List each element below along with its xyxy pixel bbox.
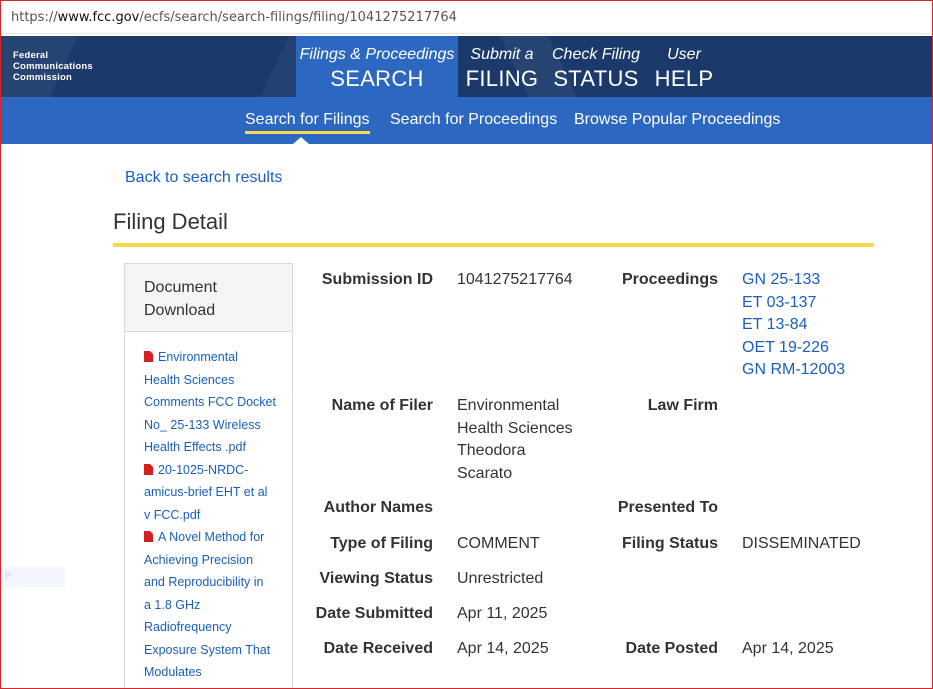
doc3-line4: a 1.8 GHz — [144, 597, 201, 612]
sub-navigation: Search for Filings Search for Proceeding… — [1, 97, 932, 144]
document-download-panel: Document Download Environmental Health S… — [124, 263, 293, 688]
date-submitted-value: Apr 11, 2025 — [457, 605, 548, 622]
doc2-line1: 20-1025-NRDC- — [158, 462, 249, 477]
date-posted-value: Apr 14, 2025 — [742, 640, 834, 657]
doc1-line4: No_ 25-133 Wireless — [144, 417, 261, 432]
nav-search[interactable]: Filings & Proceedings SEARCH — [296, 36, 458, 97]
pdf-icon — [144, 463, 153, 475]
heading-line-2: Download — [144, 302, 216, 319]
url-host: www.fcc.gov — [57, 10, 140, 25]
doc2-line2: amicus-brief EHT et al — [144, 485, 268, 499]
type-of-filing-value: COMMENT — [457, 535, 540, 552]
document-link-3[interactable]: A Novel Method for Achieving Precision a… — [144, 526, 282, 684]
page-title: Filing Detail — [113, 209, 228, 234]
date-submitted-label: Date Submitted — [315, 605, 433, 622]
logo-line-1: Federal — [13, 50, 49, 61]
heading-line-1: Document — [144, 279, 217, 296]
proceeding-link-5[interactable]: GN RM-12003 — [742, 359, 845, 382]
doc1-line5: Health Effects .pdf — [144, 440, 246, 454]
nav-status-big: STATUS — [553, 66, 639, 91]
fcc-logo[interactable]: Federal Communications Commission — [13, 50, 93, 83]
doc3-line6: Exposure System That — [144, 642, 271, 657]
nav-filing[interactable]: Submit a FILING — [461, 36, 543, 97]
proceedings-label: Proceedings — [621, 271, 718, 288]
back-to-results-link[interactable]: Back to search results — [125, 169, 282, 187]
nav-help[interactable]: User HELP — [649, 36, 719, 97]
browser-frame: https://www.fcc.gov/ecfs/search/search-f… — [0, 0, 933, 689]
url-prefix: https:// — [11, 10, 58, 25]
subnav-browse-popular[interactable]: Browse Popular Proceedings — [574, 111, 780, 129]
filing-status-label: Filing Status — [622, 535, 718, 552]
logo-line-2: Communications — [13, 61, 93, 72]
url-path: /ecfs/search/search-filings/filing/10412… — [139, 10, 457, 25]
doc3-line5: Radiofrequency — [144, 620, 232, 634]
filer-line-1: Environmental — [457, 397, 560, 414]
proceeding-link-2[interactable]: ET 03-137 — [742, 292, 845, 315]
nav-help-small: User — [667, 46, 701, 63]
filer-line-3: Theodora — [457, 442, 526, 459]
submission-id-value: 1041275217764 — [457, 271, 573, 288]
pdf-icon — [144, 531, 153, 542]
viewing-status-label: Viewing Status — [319, 570, 433, 587]
submission-id-label: Submission ID — [321, 271, 433, 288]
nav-filing-big: FILING — [465, 66, 539, 91]
address-bar[interactable]: https://www.fcc.gov/ecfs/search/search-f… — [1, 1, 932, 34]
logo-line-3: Commission — [13, 72, 73, 83]
doc1-line1: Environmental — [158, 350, 238, 364]
nav-search-big: SEARCH — [330, 66, 424, 91]
nav-search-small: Filings & Proceedings — [299, 46, 455, 63]
doc3-line2: Achieving Precision — [144, 552, 254, 567]
doc1-line3: Comments FCC Docket — [144, 395, 276, 409]
main-navigation: Federal Communications Commission Filing… — [1, 36, 932, 97]
proceeding-link-1[interactable]: GN 25-133 — [742, 269, 845, 292]
title-divider — [113, 243, 874, 247]
pdf-icon — [144, 351, 153, 362]
document-link-1[interactable]: Environmental Health Sciences Comments F… — [144, 346, 282, 459]
law-firm-label: Law Firm — [647, 397, 718, 414]
proceedings-value-list: GN 25-133 ET 03-137 ET 13-84 OET 19-226 … — [742, 269, 845, 382]
subnav-search-proceedings[interactable]: Search for Proceedings — [390, 111, 557, 129]
active-caret-icon — [293, 137, 309, 144]
date-posted-label: Date Posted — [625, 640, 718, 657]
filer-line-4: Scarato — [457, 464, 513, 482]
nav-status[interactable]: Check Filing STATUS — [551, 36, 641, 97]
subnav-search-filings[interactable]: Search for Filings — [245, 111, 370, 134]
nav-status-small: Check Filing — [551, 46, 641, 63]
name-of-filer-value: Environmental Health Sciences Theodora S… — [457, 395, 573, 485]
doc1-line2: Health Sciences — [144, 372, 235, 387]
document-list: Environmental Health Sciences Comments F… — [125, 332, 292, 684]
doc3-line7: Modulates — [144, 665, 202, 679]
type-of-filing-label: Type of Filing — [330, 535, 433, 552]
date-received-label: Date Received — [323, 640, 433, 657]
document-download-heading: Document Download — [125, 264, 292, 332]
doc2-line3: v FCC.pdf — [144, 507, 201, 522]
document-link-2[interactable]: 20-1025-NRDC- amicus-brief EHT et al v F… — [144, 459, 282, 527]
proceeding-link-4[interactable]: OET 19-226 — [742, 337, 845, 360]
filing-status-value: DISSEMINATED — [742, 535, 861, 552]
name-of-filer-label: Name of Filer — [331, 397, 433, 414]
nav-filing-small: Submit a — [470, 46, 534, 63]
nav-help-big: HELP — [654, 66, 714, 91]
presented-to-label: Presented To — [617, 499, 718, 516]
doc3-line1: A Novel Method for — [158, 530, 265, 544]
faint-overlay-box: P — [1, 567, 65, 587]
viewing-status-value: Unrestricted — [457, 570, 544, 587]
date-received-value: Apr 14, 2025 — [457, 640, 549, 657]
filer-line-2: Health Sciences — [457, 419, 573, 437]
doc3-line3: and Reproducibility in — [144, 575, 264, 589]
proceeding-link-3[interactable]: ET 13-84 — [742, 314, 845, 337]
author-names-label: Author Names — [323, 499, 433, 516]
